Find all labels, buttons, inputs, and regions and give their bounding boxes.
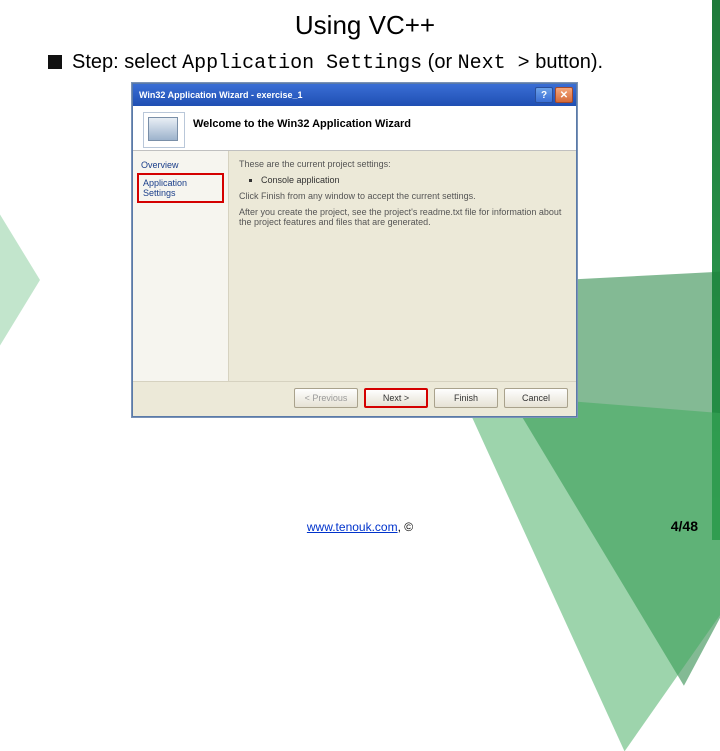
content-line1: These are the current project settings: bbox=[239, 159, 566, 169]
wizard-banner: Welcome to the Win32 Application Wizard bbox=[133, 106, 576, 151]
close-icon[interactable]: ✕ bbox=[555, 87, 573, 103]
content-line2: Click Finish from any window to accept t… bbox=[239, 191, 566, 201]
sidebar-item-overview[interactable]: Overview bbox=[137, 157, 224, 173]
wizard-content: These are the current project settings: … bbox=[229, 151, 576, 381]
titlebar-text: Win32 Application Wizard - exercise_1 bbox=[139, 90, 533, 100]
cancel-button[interactable]: Cancel bbox=[504, 388, 568, 408]
finish-button[interactable]: Finish bbox=[434, 388, 498, 408]
footer-link[interactable]: www.tenouk.com bbox=[307, 520, 398, 534]
sidebar-item-application-settings[interactable]: Application Settings bbox=[137, 173, 224, 203]
wizard-sidebar: Overview Application Settings bbox=[133, 151, 229, 381]
wizard-icon bbox=[143, 112, 185, 148]
slide-title: Using VC++ bbox=[40, 10, 690, 41]
content-bullet: Console application bbox=[261, 175, 566, 185]
button-row: < Previous Next > Finish Cancel bbox=[133, 381, 576, 416]
page-number: 4/48 bbox=[671, 518, 698, 534]
help-icon[interactable]: ? bbox=[535, 87, 553, 103]
bullet-step: Step: select Application Settings (or Ne… bbox=[48, 49, 690, 77]
bullet-text: Step: select Application Settings (or Ne… bbox=[72, 49, 603, 77]
banner-title: Welcome to the Win32 Application Wizard bbox=[193, 112, 411, 148]
titlebar: Win32 Application Wizard - exercise_1 ? … bbox=[133, 84, 576, 106]
footer-copy: , © bbox=[398, 520, 414, 534]
content-line3: After you create the project, see the pr… bbox=[239, 207, 566, 227]
next-button[interactable]: Next > bbox=[364, 388, 428, 408]
footer: www.tenouk.com, © bbox=[0, 520, 720, 534]
wizard-dialog: Win32 Application Wizard - exercise_1 ? … bbox=[132, 83, 577, 417]
bullet-marker bbox=[48, 55, 62, 69]
previous-button: < Previous bbox=[294, 388, 358, 408]
